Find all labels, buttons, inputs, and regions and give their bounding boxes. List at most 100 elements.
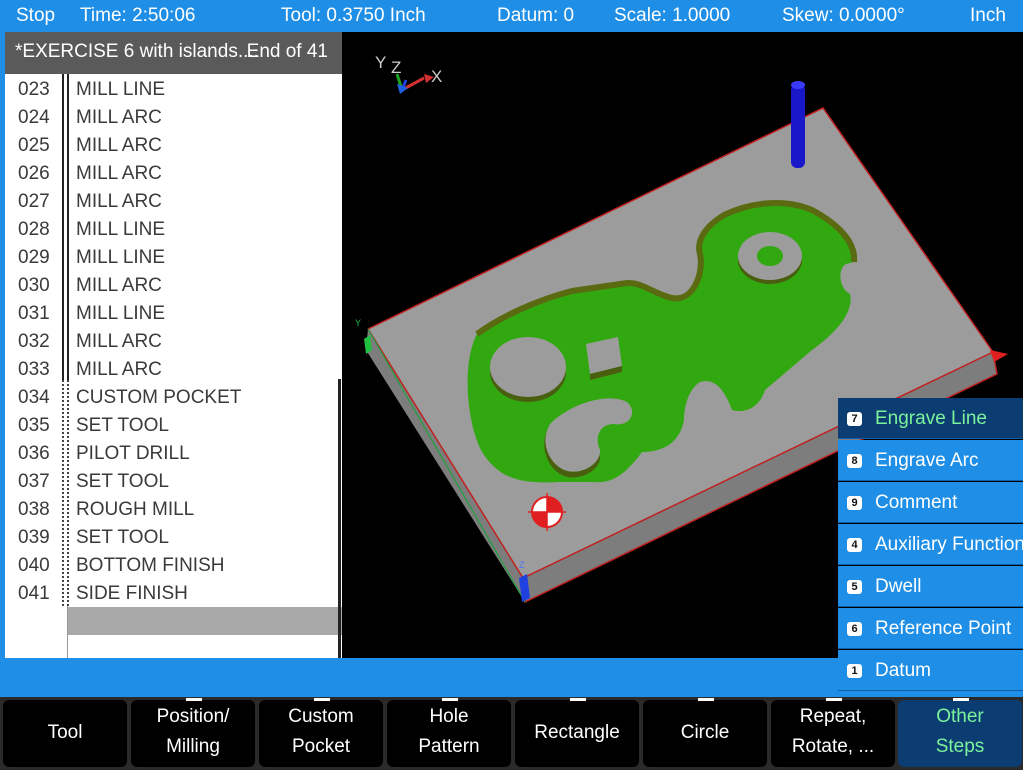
step-label: MILL ARC [76,275,162,296]
program-step-row[interactable]: 023 MILL LINE [5,75,342,103]
program-step-row[interactable]: 027 MILL ARC [5,187,342,215]
step-label: BOTTOM FINISH [76,555,225,576]
menu-item-label: Auxiliary Function [875,534,1023,555]
step-number: 041 [18,583,50,604]
program-step-row[interactable]: 034 CUSTOM POCKET [5,383,342,411]
x-axis-label: X [431,67,442,86]
step-label: SET TOOL [76,527,169,548]
program-step-row[interactable]: 032 MILL ARC [5,327,342,355]
program-header: *EXERCISE 6 with islands.... End of 41 [5,32,342,74]
softkey-position-milling[interactable]: Position/ Milling [131,698,255,767]
step-number: 029 [18,247,50,268]
menu-item-dwell[interactable]: 5 Dwell [838,566,1023,607]
insertion-row-selected[interactable] [68,607,342,635]
softkey-label: Other [936,706,984,727]
program-step-row[interactable]: 030 MILL ARC [5,271,342,299]
softkey-label: Hole [429,706,469,727]
menu-item-label: Datum [875,660,931,681]
step-number: 030 [18,275,50,296]
step-number: 025 [18,135,50,156]
step-number: 033 [18,359,50,380]
corner-z-label: Z [519,560,525,570]
step-label: MILL ARC [76,331,162,352]
step-label: SET TOOL [76,415,169,436]
softkey-label: Circle [680,722,730,743]
program-step-row[interactable]: 029 MILL LINE [5,243,342,271]
softkey-label: Pattern [418,736,480,757]
y-axis-label: Y [375,53,386,72]
softkey-circle[interactable]: Circle [643,698,767,767]
softkey-other-steps[interactable]: Other Steps [898,698,1022,767]
menu-item-datum[interactable]: 1 Datum [838,650,1023,691]
step-label: MILL ARC [76,359,162,380]
softkey-repeat-rotate[interactable]: Repeat, Rotate, ... [771,698,895,767]
step-label: SIDE FINISH [76,583,188,604]
program-step-row[interactable]: 040 BOTTOM FINISH [5,551,342,579]
program-step-row[interactable]: 028 MILL LINE [5,215,342,243]
program-step-row[interactable]: 031 MILL LINE [5,299,342,327]
key-hint: 9 [847,496,862,510]
menu-item-engrave-arc[interactable]: 8 Engrave Arc [838,440,1023,481]
run-state: Stop [16,5,56,26]
step-label: MILL ARC [76,107,162,128]
tool-size: Tool: 0.3750 Inch [281,5,426,26]
program-step-row[interactable]: 033 MILL ARC [5,355,342,383]
softkey-tool[interactable]: Tool [3,700,127,767]
program-step-row[interactable]: 041 SIDE FINISH [5,579,342,607]
menu-item-label: Comment [875,492,958,513]
program-step-list[interactable]: 023 MILL LINE 024 MILL ARC 025 MILL ARC 026… [5,74,342,658]
key-hint: 5 [847,580,862,594]
softkey-label: Rectangle [534,722,620,743]
softkey-label: Repeat, [799,706,867,727]
z-axis-label: Z [391,58,401,77]
softkey-label: Rotate, ... [791,736,875,757]
softkey-indicator [698,698,714,701]
program-step-row[interactable]: 039 SET TOOL [5,523,342,551]
program-step-row[interactable]: 025 MILL ARC [5,131,342,159]
scrollbar[interactable] [338,379,341,658]
menu-item-auxiliary-function[interactable]: 4 Auxiliary Function [838,524,1023,565]
program-step-row[interactable]: 035 SET TOOL [5,411,342,439]
step-label: MILL LINE [76,79,166,100]
softkey-label: Milling [166,736,220,757]
step-number: 026 [18,163,50,184]
program-step-row[interactable]: 036 PILOT DRILL [5,439,342,467]
softkey-label: Pocket [291,736,351,757]
step-label: ROUGH MILL [76,499,195,520]
program-step-row[interactable]: 024 MILL ARC [5,103,342,131]
program-step-row[interactable]: 026 MILL ARC [5,159,342,187]
key-hint: 8 [847,454,862,468]
step-number: 027 [18,191,50,212]
status-bar: Stop Time: 2:50:06 Tool: 0.3750 Inch Dat… [0,0,1023,32]
step-number: 036 [18,443,50,464]
program-step-row[interactable]: 037 SET TOOL [5,467,342,495]
step-number: 031 [18,303,50,324]
step-number: 040 [18,555,50,576]
softkey-label: Tool [47,722,83,743]
menu-item-engrave-line[interactable]: 7 Engrave Line [838,398,1023,439]
units-readout: Inch [970,5,1006,26]
softkey-label: Position/ [156,706,230,727]
step-number: 034 [18,387,50,408]
step-number: 038 [18,499,50,520]
menu-item-reference-point[interactable]: 6 Reference Point [838,608,1023,649]
menu-item-comment[interactable]: 9 Comment [838,482,1023,523]
softkey-indicator [314,698,330,701]
step-number: 039 [18,527,50,548]
menu-item-label: Reference Point [875,618,1012,639]
program-end-label: End of 41 [246,41,328,62]
axis-triad-icon: Y Z X [375,53,442,94]
elapsed-time: Time: 2:50:06 [80,5,196,26]
menu-item-label: Engrave Arc [875,450,979,471]
softkey-label: Steps [935,736,985,757]
softkey-hole-pattern[interactable]: Hole Pattern [387,698,511,767]
key-hint: 7 [847,412,862,426]
cutting-tool-icon [791,81,805,168]
key-hint: 1 [847,664,862,678]
program-step-row[interactable]: 038 ROUGH MILL [5,495,342,523]
softkey-custom-pocket[interactable]: Custom Pocket [259,698,383,767]
step-label: SET TOOL [76,471,169,492]
softkey-indicator [826,698,842,701]
softkey-rectangle[interactable]: Rectangle [515,698,639,767]
key-hint: 4 [847,538,862,552]
